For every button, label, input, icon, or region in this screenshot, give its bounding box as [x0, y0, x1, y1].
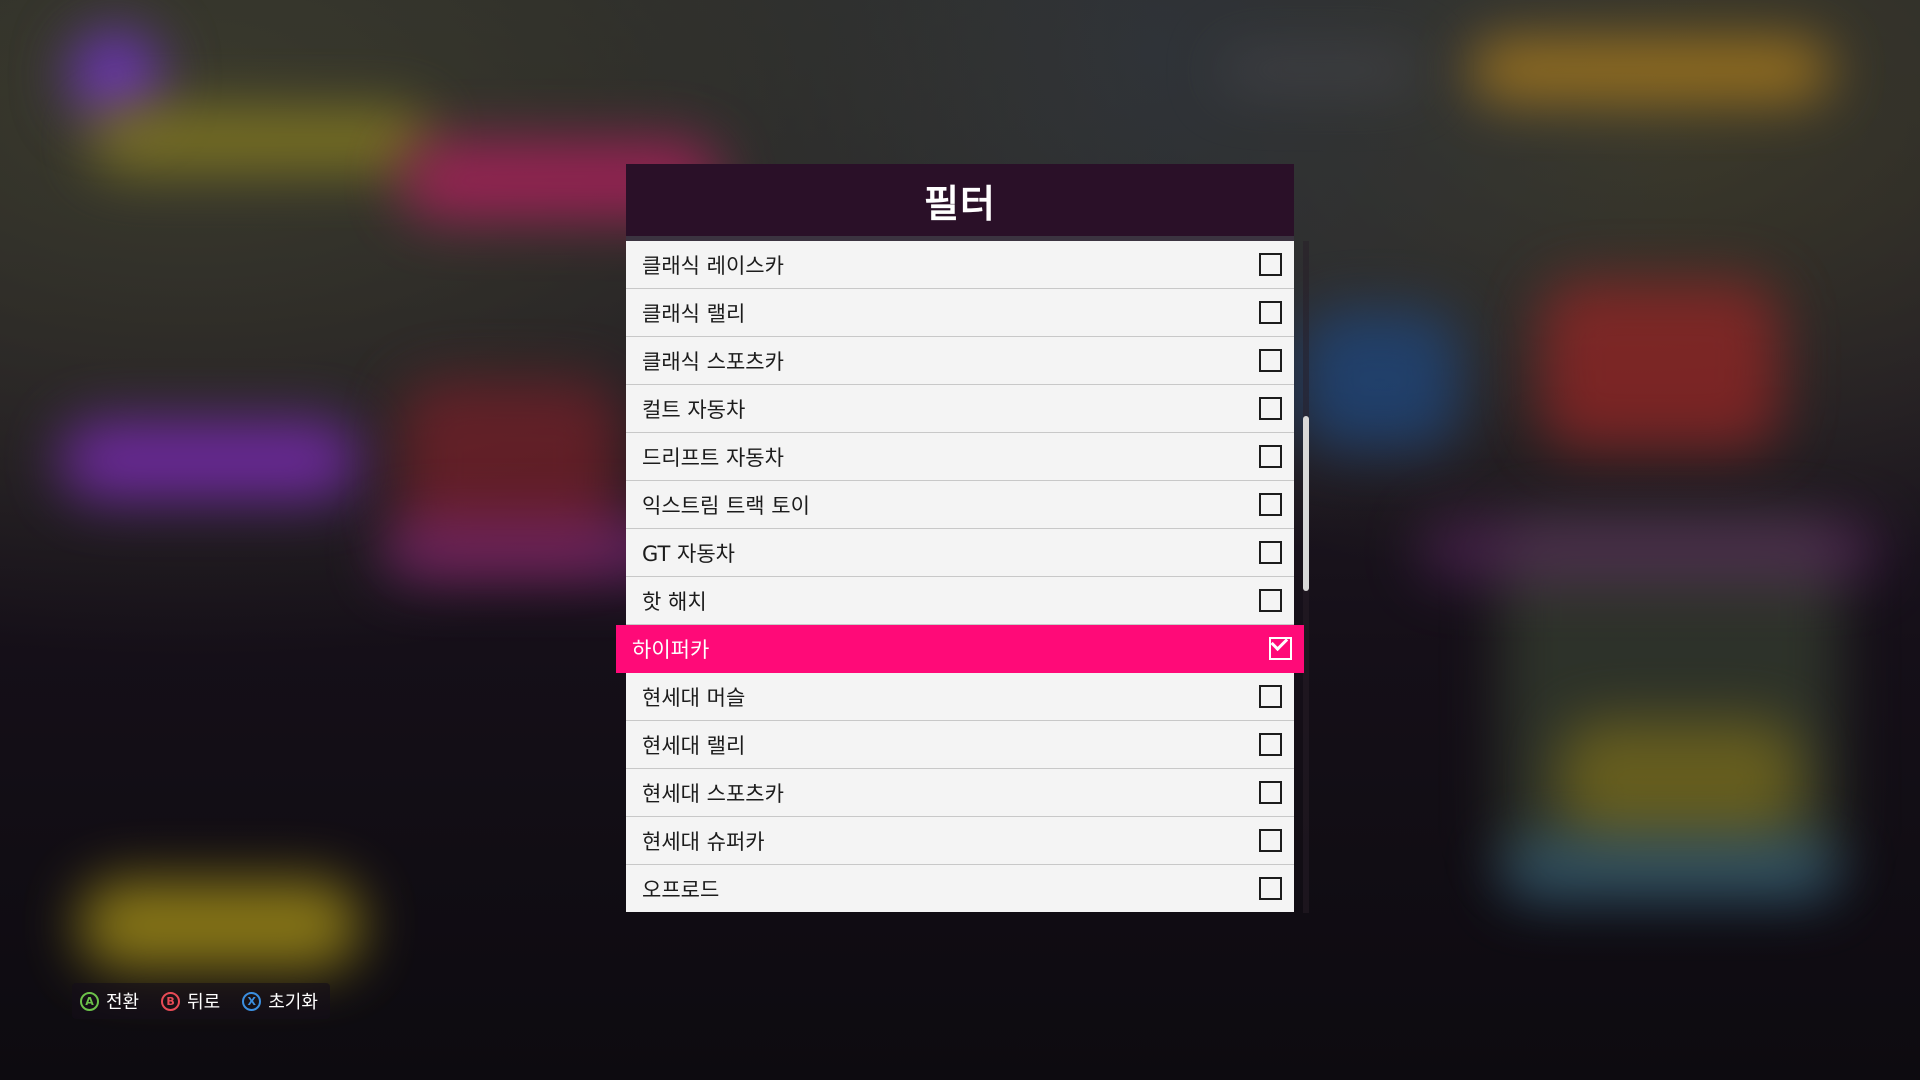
filter-item-label: 현세대 랠리 [642, 733, 746, 758]
filter-item-label: 현세대 슈퍼카 [642, 829, 765, 854]
hint-label: 초기화 [268, 992, 318, 1013]
checkbox[interactable] [1259, 300, 1282, 324]
filter-item-label: 현세대 머슬 [642, 685, 746, 710]
b-button-icon: B [161, 991, 181, 1011]
checkbox[interactable] [1259, 348, 1282, 372]
filter-item-label: 컬트 자동차 [642, 397, 746, 422]
checkbox[interactable] [1259, 252, 1282, 276]
checkbox[interactable] [1259, 780, 1282, 804]
checkbox-checked[interactable] [1269, 632, 1292, 660]
filter-item[interactable]: 클래식 레이스카 [626, 241, 1294, 289]
checkbox[interactable] [1259, 732, 1282, 756]
filter-item-label: 현세대 스포츠카 [642, 781, 784, 806]
filter-item[interactable]: 클래식 스포츠카 [626, 337, 1294, 385]
hint-reset[interactable]: X 초기화 [242, 988, 318, 1014]
filter-item-label: 클래식 레이스카 [642, 253, 784, 278]
filter-item[interactable]: 현세대 슈퍼카 [626, 817, 1294, 865]
filter-item[interactable]: 현세대 스포츠카 [626, 769, 1294, 817]
filter-item[interactable]: 현세대 머슬 [626, 673, 1294, 721]
filter-item[interactable]: 클래식 랠리 [626, 289, 1294, 337]
scrollbar[interactable] [1303, 241, 1309, 913]
hint-switch[interactable]: A 전환 [80, 988, 139, 1014]
filter-item-selected[interactable]: 하이퍼카 [616, 625, 1304, 673]
checkbox[interactable] [1259, 396, 1282, 420]
filter-item-label: 드리프트 자동차 [642, 445, 784, 470]
checkbox[interactable] [1259, 540, 1282, 564]
filter-item[interactable]: 컬트 자동차 [626, 385, 1294, 433]
filter-item[interactable]: GT 자동차 [626, 529, 1294, 577]
dialog-title: 필터 [924, 181, 996, 226]
filter-item-label: GT 자동차 [642, 541, 735, 566]
hint-label: 뒤로 [187, 992, 221, 1013]
filter-item[interactable]: 익스트림 트랙 토이 [626, 481, 1294, 529]
hint-back[interactable]: B 뒤로 [161, 988, 220, 1014]
filter-list: 클래식 레이스카 클래식 랠리 클래식 스포츠카 컬트 자동차 드리프트 자동차… [616, 241, 1304, 912]
filter-item-label: 핫 해치 [642, 589, 707, 614]
a-button-icon: A [80, 991, 99, 1011]
filter-item-label: 하이퍼카 [632, 637, 710, 662]
checkbox[interactable] [1259, 684, 1282, 708]
filter-item-label: 오프로드 [642, 877, 720, 902]
scrollbar-thumb[interactable] [1303, 416, 1309, 591]
filter-item-label: 클래식 랠리 [642, 301, 746, 326]
checkbox[interactable] [1259, 828, 1282, 852]
checkbox[interactable] [1259, 588, 1282, 612]
button-hints: A 전환 B 뒤로 X 초기화 [72, 983, 330, 1019]
checkbox[interactable] [1259, 444, 1282, 468]
filter-item-label: 익스트림 트랙 토이 [642, 493, 810, 518]
checkbox[interactable] [1259, 876, 1282, 900]
dialog-header: 필터 [626, 164, 1294, 236]
x-button-icon: X [242, 991, 262, 1011]
checkmark-icon [1270, 632, 1289, 651]
filter-item[interactable]: 현세대 랠리 [626, 721, 1294, 769]
game-screen: 필터 클래식 레이스카 클래식 랠리 클래식 스포츠카 컬트 자동차 드리프트 … [0, 0, 1920, 1080]
filter-item[interactable]: 오프로드 [626, 865, 1294, 912]
filter-item-label: 클래식 스포츠카 [642, 349, 784, 374]
hint-label: 전환 [106, 992, 140, 1013]
filter-item[interactable]: 드리프트 자동차 [626, 433, 1294, 481]
filter-dialog: 필터 클래식 레이스카 클래식 랠리 클래식 스포츠카 컬트 자동차 드리프트 … [616, 164, 1304, 912]
filter-item[interactable]: 핫 해치 [626, 577, 1294, 625]
checkbox[interactable] [1259, 492, 1282, 516]
